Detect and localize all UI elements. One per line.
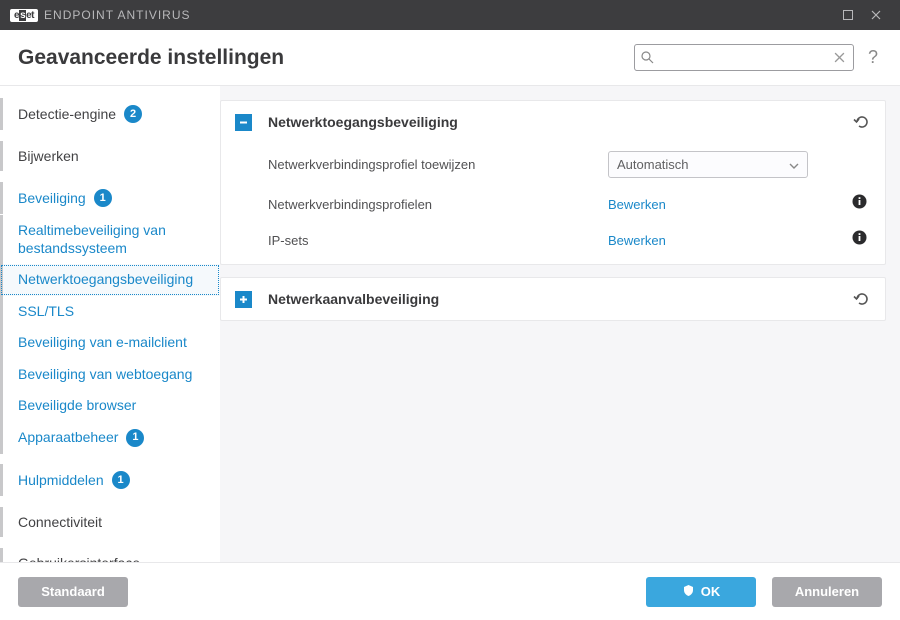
sidebar-item-detection-engine[interactable]: Detectie-engine 2 [0,98,220,130]
sidebar-item-label: Detectie-engine [18,106,116,122]
sidebar-item-update[interactable]: Bijwerken [0,141,220,171]
help-icon[interactable]: ? [864,47,882,68]
sidebar-item-realtime[interactable]: Realtimebeveiliging van bestandssysteem [0,215,220,264]
maximize-button[interactable] [834,0,862,30]
panel-network-attack-protection: Netwerkaanvalbeveiliging [220,277,886,321]
search-icon [641,51,655,64]
dropdown-value: Automatisch [617,157,689,172]
titlebar: eset ENDPOINT ANTIVIRUS [0,0,900,30]
header: Geavanceerde instellingen ? [0,30,900,86]
panel-title: Netwerkaanvalbeveiliging [268,291,853,307]
sidebar-item-label: Connectiviteit [18,514,102,530]
count-badge: 1 [126,429,144,447]
sidebar-item-connectivity[interactable]: Connectiviteit [0,507,220,537]
sidebar-item-label: Beveiliging van e-mailclient [18,334,187,352]
brand-logo: eset [10,9,38,22]
info-icon[interactable] [852,194,867,214]
button-label: Annuleren [795,584,859,599]
sidebar-item-ui[interactable]: Gebruikersinterface [0,548,220,563]
setting-row-profile-assign: Netwerkverbindingsprofiel toewijzen Auto… [268,143,871,186]
edit-link[interactable]: Bewerken [608,197,666,212]
revert-icon[interactable] [853,290,871,308]
clear-search-icon[interactable] [833,52,847,63]
revert-icon[interactable] [853,113,871,131]
close-button[interactable] [862,0,890,30]
edit-link[interactable]: Bewerken [608,233,666,248]
button-label: Standaard [41,584,105,599]
panel-network-access-protection: Netwerktoegangsbeveiliging Netwerkverbin… [220,100,886,265]
sidebar-item-label: SSL/TLS [18,303,74,321]
sidebar-item-label: Realtimebeveiliging van bestandssysteem [18,222,206,257]
button-label: OK [701,584,721,599]
sidebar-item-tools[interactable]: Hulpmiddelen 1 [0,464,220,496]
profile-dropdown[interactable]: Automatisch [608,151,808,178]
count-badge: 1 [112,471,130,489]
product-name: ENDPOINT ANTIVIRUS [44,8,190,22]
sidebar-item-label: Bijwerken [18,148,79,164]
brand: eset ENDPOINT ANTIVIRUS [10,8,191,22]
sidebar-item-label: Hulpmiddelen [18,472,104,488]
cancel-button[interactable]: Annuleren [772,577,882,607]
panel-header[interactable]: Netwerkaanvalbeveiliging [221,278,885,320]
shield-icon [682,584,695,600]
sidebar-item-label: Netwerktoegangsbeveiliging [18,271,193,289]
sidebar-item-device-control[interactable]: Apparaatbeheer 1 [0,422,220,454]
search-box[interactable] [634,44,854,71]
setting-row-profiles: Netwerkverbindingsprofielen Bewerken [268,186,871,222]
sidebar-item-ssl-tls[interactable]: SSL/TLS [0,296,220,328]
setting-label: IP-sets [268,233,608,248]
sidebar-item-protection[interactable]: Beveiliging 1 [0,182,220,214]
sidebar-item-label: Beveiliging van webtoegang [18,366,192,384]
ok-button[interactable]: OK [646,577,756,607]
sidebar-item-label: Apparaatbeheer [18,429,118,447]
sidebar-item-web-access[interactable]: Beveiliging van webtoegang [0,359,220,391]
main-content: Netwerktoegangsbeveiliging Netwerkverbin… [220,86,900,562]
sidebar: Detectie-engine 2 Bijwerken Beveiliging … [0,86,220,562]
panel-title: Netwerktoegangsbeveiliging [268,114,853,130]
setting-label: Netwerkverbindingsprofiel toewijzen [268,157,608,172]
default-button[interactable]: Standaard [18,577,128,607]
setting-label: Netwerkverbindingsprofielen [268,197,608,212]
info-icon[interactable] [852,230,867,250]
sidebar-item-label: Beveiliging [18,190,86,206]
sidebar-item-secure-browser[interactable]: Beveiligde browser [0,390,220,422]
sidebar-item-email-client[interactable]: Beveiliging van e-mailclient [0,327,220,359]
sidebar-item-network-access[interactable]: Netwerktoegangsbeveiliging [0,264,220,296]
page-title: Geavanceerde instellingen [18,46,284,70]
panel-header[interactable]: Netwerktoegangsbeveiliging [221,101,885,143]
sidebar-item-label: Gebruikersinterface [18,555,140,563]
search-input[interactable] [655,51,833,65]
expand-icon [235,291,252,308]
setting-row-ip-sets: IP-sets Bewerken [268,222,871,258]
sidebar-item-label: Beveiligde browser [18,397,136,415]
count-badge: 1 [94,189,112,207]
count-badge: 2 [124,105,142,123]
chevron-down-icon [789,157,799,172]
footer: Standaard OK Annuleren [0,562,900,620]
collapse-icon [235,114,252,131]
